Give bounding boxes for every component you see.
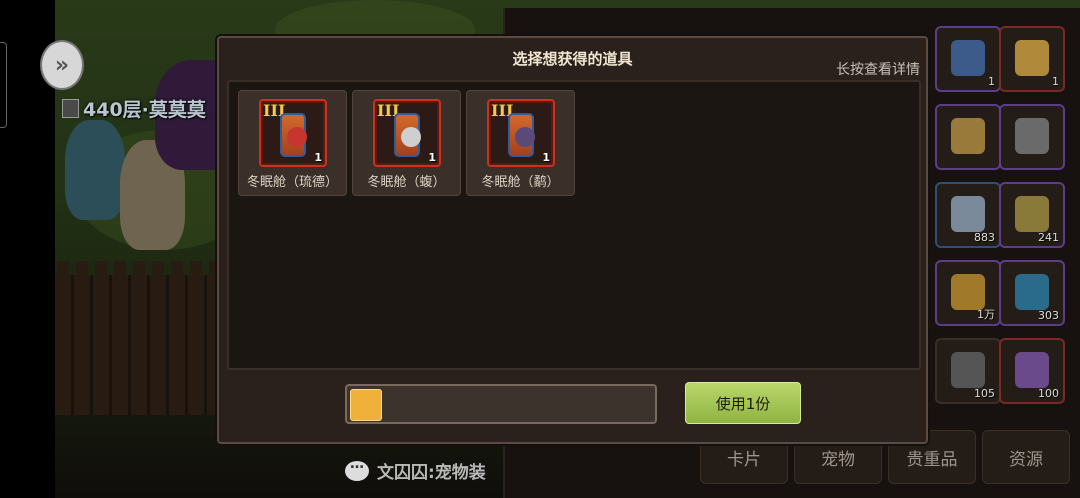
item-list: III 1 冬眠舱（琉德） III 1 冬眠舱（蝮） III 1 冬眠舱（鹬） <box>227 80 921 370</box>
dialog-title: 选择想获得的道具 <box>512 50 633 68</box>
item-quantity: 1 <box>314 151 322 164</box>
item-art <box>1015 352 1049 388</box>
cryopod-icon: III 1 <box>373 99 441 167</box>
long-press-hint: 长按查看详情 <box>836 62 920 78</box>
inventory-slot[interactable]: 303 <box>999 260 1065 326</box>
item-option[interactable]: III 1 冬眠舱（琉德） <box>238 90 347 196</box>
quantity-slider-fill[interactable] <box>350 389 382 421</box>
floor-label-text: 440层·莫莫莫 <box>83 99 206 121</box>
chat-message[interactable]: 文囚囚:宠物装 <box>345 456 486 483</box>
floor-label: 440层·莫莫莫 <box>62 95 206 122</box>
character-face <box>515 127 535 147</box>
quantity-slider[interactable] <box>345 384 657 424</box>
item-name: 冬眠舱（琉德） <box>246 175 338 190</box>
item-art <box>951 196 985 232</box>
item-quantity: 1 <box>428 151 436 164</box>
slot-count: 241 <box>1038 231 1059 244</box>
item-art <box>1015 40 1049 76</box>
side-tab[interactable] <box>0 42 7 128</box>
item-name: 冬眠舱（蝮） <box>367 175 446 190</box>
inventory-slot[interactable]: 105 <box>935 338 1001 404</box>
slot-count: 100 <box>1038 387 1059 400</box>
inventory-slot[interactable]: 1 <box>935 26 1001 92</box>
cryopod-icon: III 1 <box>487 99 555 167</box>
cryopod-icon: III 1 <box>259 99 327 167</box>
character-face <box>287 127 307 147</box>
item-name: 冬眠舱（鹬） <box>481 175 560 190</box>
tower-icon <box>62 99 79 118</box>
inventory-slot[interactable] <box>999 104 1065 170</box>
item-art <box>951 352 985 388</box>
item-option[interactable]: III 1 冬眠舱（蝮） <box>352 90 461 196</box>
slot-count: 303 <box>1038 309 1059 322</box>
slot-count: 1 <box>988 75 995 88</box>
character-face <box>401 127 421 147</box>
inventory-slot[interactable]: 100 <box>999 338 1065 404</box>
item-art <box>951 274 985 310</box>
slot-count: 1万 <box>977 308 995 321</box>
chat-text: 文囚囚:宠物装 <box>377 463 486 483</box>
item-quantity: 1 <box>542 151 550 164</box>
item-art <box>1015 196 1049 232</box>
use-button[interactable]: 使用1份 <box>685 382 801 424</box>
slot-count: 883 <box>974 231 995 244</box>
inventory-slot[interactable]: 1 <box>999 26 1065 92</box>
tab-resources[interactable]: 资源 <box>982 430 1070 484</box>
item-option[interactable]: III 1 冬眠舱（鹬） <box>466 90 575 196</box>
item-art <box>1015 274 1049 310</box>
inventory-slot[interactable]: 241 <box>999 182 1065 248</box>
chat-icon <box>345 456 369 481</box>
item-art <box>951 40 985 76</box>
slot-count: 1 <box>1052 75 1059 88</box>
select-item-dialog: 选择想获得的道具 长按查看详情 III 1 冬眠舱（琉德） III 1 冬眠舱（… <box>217 36 928 444</box>
inventory-slot[interactable]: 1万 <box>935 260 1001 326</box>
inventory-slot[interactable] <box>935 104 1001 170</box>
nav-arrow-icon[interactable]: » <box>40 40 84 90</box>
item-art <box>1015 118 1049 154</box>
inventory-slot[interactable]: 883 <box>935 182 1001 248</box>
slot-count: 105 <box>974 387 995 400</box>
item-art <box>951 118 985 154</box>
